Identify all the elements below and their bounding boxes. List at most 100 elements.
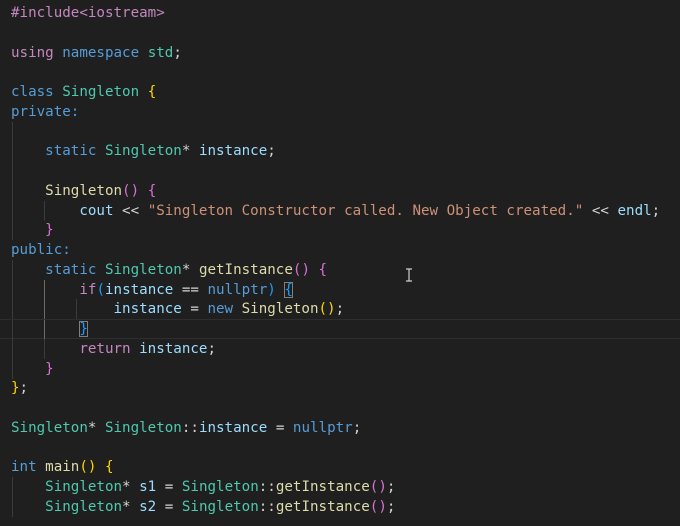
- code-line[interactable]: static Singleton* instance;: [0, 141, 680, 162]
- code-line[interactable]: public:: [0, 240, 680, 260]
- code-line[interactable]: private:: [0, 102, 680, 122]
- token-plain: ::: [258, 498, 276, 515]
- code-text: instance = new Singleton();: [11, 299, 345, 319]
- token-function: getInstance: [275, 479, 370, 495]
- code-line[interactable]: cout << "Singleton Constructor called. N…: [0, 200, 680, 221]
- code-line[interactable]: #include<iostream>: [0, 3, 680, 23]
- code-text: public:: [11, 240, 71, 260]
- code-line[interactable]: int main() {: [0, 457, 680, 477]
- code-line[interactable]: if(instance == nullptr) {: [0, 279, 680, 300]
- token-control: using: [11, 44, 54, 61]
- token-keyword: static: [45, 261, 97, 278]
- code-line[interactable]: instance = new Singleton();: [0, 299, 680, 320]
- code-line[interactable]: [0, 23, 680, 43]
- token-plain: ::: [181, 419, 199, 436]
- code-line[interactable]: }: [0, 220, 680, 241]
- code-text: static Singleton* instance;: [11, 141, 276, 161]
- token-type: Singleton: [62, 84, 140, 100]
- token-plain: =: [267, 419, 293, 436]
- token-plain: ;: [651, 202, 661, 219]
- token-keyword: nullptr: [207, 281, 268, 298]
- token-plain: ;: [207, 340, 217, 357]
- token-variable: endl: [617, 202, 652, 219]
- code-text: #include<iostream>: [11, 3, 165, 23]
- token-type: Singleton: [181, 479, 259, 495]
- code-line[interactable]: }: [0, 319, 680, 340]
- code-line[interactable]: };: [0, 378, 680, 398]
- code-text: Singleton() {: [11, 181, 156, 201]
- code-text: };: [11, 378, 28, 398]
- code-line[interactable]: Singleton() {: [0, 180, 680, 201]
- token-type: Singleton: [104, 419, 182, 436]
- token-plain: ;: [386, 479, 396, 495]
- token-bracket-gold: }: [11, 380, 20, 397]
- code-line[interactable]: using namespace std;: [0, 43, 680, 63]
- token-variable: instance: [198, 143, 268, 160]
- code-text: if(instance == nullptr) {: [11, 280, 293, 300]
- token-plain: =: [156, 479, 182, 495]
- token-bracket-gold: {: [147, 84, 157, 100]
- token-plain: *: [122, 498, 140, 515]
- token-type: Singleton: [11, 419, 88, 436]
- code-text: using namespace std;: [11, 43, 182, 63]
- token-function: getInstance: [198, 261, 293, 278]
- token-keyword: namespace: [62, 44, 140, 61]
- token-function: Singleton: [45, 182, 123, 199]
- token-bracket-purple: (): [122, 182, 140, 199]
- token-string: "Singleton Constructor called. New Objec…: [147, 202, 584, 219]
- code-line[interactable]: [0, 121, 680, 142]
- token-plain: *: [181, 143, 199, 160]
- token-plain: <<: [583, 202, 618, 219]
- code-text: Singleton* Singleton::instance = nullptr…: [11, 418, 361, 438]
- token-type: Singleton: [104, 261, 182, 278]
- code-line[interactable]: [0, 398, 680, 418]
- code-line[interactable]: Singleton* Singleton::instance = nullptr…: [0, 418, 680, 438]
- code-line[interactable]: }: [0, 358, 680, 379]
- code-line[interactable]: [0, 62, 680, 82]
- code-line[interactable]: [0, 438, 680, 458]
- token-preprocessor: #include<iostream>: [11, 5, 165, 21]
- token-bracket-blue: ): [267, 281, 276, 298]
- token-keyword: nullptr: [292, 419, 353, 436]
- token-variable: instance: [104, 281, 174, 298]
- token-type: Singleton: [45, 479, 123, 495]
- code-text: cout << "Singleton Constructor called. N…: [11, 201, 660, 221]
- text-cursor-icon: [406, 268, 412, 282]
- token-plain: =: [181, 301, 208, 318]
- token-plain: *: [181, 261, 199, 278]
- token-bracket-purple: (): [369, 479, 387, 495]
- code-line[interactable]: class Singleton {: [0, 82, 680, 102]
- token-keyword: int: [11, 459, 37, 476]
- token-type: Singleton: [104, 143, 182, 160]
- token-variable: s2: [139, 498, 157, 515]
- token-bracket-purple: {: [318, 261, 328, 278]
- token-function: getInstance: [275, 498, 370, 515]
- code-line[interactable]: [0, 161, 680, 181]
- code-line[interactable]: static Singleton* getInstance() {: [0, 259, 680, 280]
- code-line[interactable]: Singleton* s1 = Singleton::getInstance()…: [0, 477, 680, 497]
- token-bracket-purple: {: [147, 182, 157, 199]
- token-variable: instance: [113, 301, 182, 318]
- code-text: static Singleton* getInstance() {: [11, 260, 327, 280]
- code-line[interactable]: return instance;: [0, 338, 680, 359]
- code-line[interactable]: Singleton* s2 = Singleton::getInstance()…: [0, 496, 680, 517]
- code-editor[interactable]: #include<iostream> using namespace std; cl…: [0, 0, 680, 526]
